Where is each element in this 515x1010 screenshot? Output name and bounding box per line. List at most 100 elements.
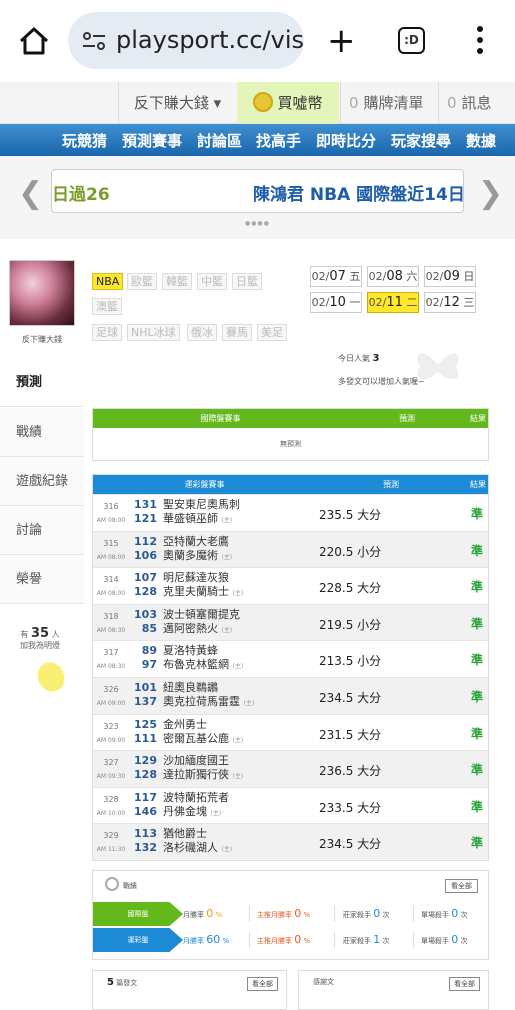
prediction: 213.5 小分 — [319, 654, 382, 669]
matchup[interactable]: 125 金州勇士 111 密爾瓦基公鹿 (主) — [133, 718, 243, 748]
new-tab-icon[interactable]: + — [327, 24, 356, 58]
matchup[interactable]: 112 亞特蘭大老鷹 106 奧蘭多魔術 (主) — [133, 535, 232, 565]
main-content: NBA 歐籃 韓籃 中籃 日籃 澳籃 足球 NHL冰球 俄冰 賽馬 美足 02/… — [84, 250, 515, 1010]
matchup[interactable]: 117 波特蘭拓荒者 146 丹佛金塊 (主) — [133, 791, 229, 821]
lightbulb-icon — [32, 657, 70, 697]
nav-item[interactable]: 玩家搜尋 — [391, 130, 451, 151]
avatar[interactable] — [9, 260, 75, 326]
user-menu[interactable]: 反下賺大錢 ▾ — [118, 82, 236, 124]
game-number: 317 AM 08:30 — [96, 648, 126, 671]
league-tag[interactable]: 中籃 — [197, 273, 227, 290]
matchup[interactable]: 89 夏洛特黃蜂 97 布魯克林籃網 (主) — [133, 644, 244, 674]
messages-link[interactable]: 0 訊息 — [438, 82, 515, 124]
profile-sidebar: 反下賺大錢 預測 戰績 遊戲紀錄 討論 榮譽 有 35 人加我為明燈 — [0, 250, 84, 1000]
tab-switcher-icon[interactable]: :D — [398, 27, 425, 54]
prediction: 219.5 小分 — [319, 617, 382, 632]
record-panel: 戰績 看全部 國際盤 月勝率 0 % 主推月勝率 0 % 莊家殺手 0 次 單場… — [92, 870, 489, 960]
table-row: 317 AM 08:30 89 夏洛特黃蜂 97 布魯克林籃網 (主) 213.5 小分 準 — [93, 640, 488, 677]
league-tag[interactable]: 歐籃 — [127, 273, 157, 290]
prediction: 234.5 大分 — [319, 690, 382, 705]
table-row: 328 AM 10:00 117 波特蘭拓荒者 146 丹佛金塊 (主) 233.5 大分 準 — [93, 786, 488, 824]
marquee-box[interactable]: 日過26 陳鴻君 NBA 國際盤近14日32過 — [51, 169, 464, 213]
nav-item[interactable]: 玩競猜 — [62, 130, 107, 151]
prediction: 231.5 大分 — [319, 727, 382, 742]
prediction: 234.5 大分 — [319, 837, 382, 852]
game-number: 316 AM 08:00 — [96, 502, 126, 524]
date-tab[interactable]: 02/10 一 — [310, 292, 362, 313]
thanks-panel: 感謝文 看全部 — [298, 970, 489, 1010]
date-tab[interactable]: 02/12 三 — [424, 292, 476, 313]
browser-toolbar: playsport.cc/visi + :D — [0, 0, 515, 82]
nav-item[interactable]: 預測賽事 — [122, 130, 182, 151]
league-tag[interactable]: 日籃 — [232, 273, 262, 290]
table-row: 316 AM 08:00 131 聖安東尼奧馬刺 121 華盛頓巫師 (主) 235.5 大… — [93, 494, 488, 531]
nav-item[interactable]: 討論區 — [197, 130, 242, 151]
chevron-left-icon[interactable]: ❮ — [18, 176, 43, 211]
table-row: 318 AM 08:30 103 波士頓塞爾提克 85 邁阿密熱火 (主) 219.5 小分… — [93, 603, 488, 641]
posts-panel: 5 篇發文 看全部 — [92, 970, 287, 1010]
league-tag[interactable]: 賽馬 — [222, 324, 252, 341]
date-tab-selected[interactable]: 02/11 二 — [367, 292, 419, 313]
butterfly-icon — [417, 353, 459, 380]
view-all-button[interactable]: 看全部 — [445, 879, 478, 893]
home-icon[interactable] — [18, 26, 50, 56]
matchup[interactable]: 107 明尼蘇達灰狼 128 克里夫蘭騎士 (主) — [133, 571, 243, 601]
carousel-dots: ●●●● — [245, 220, 270, 227]
cart-label: 購牌清單 — [363, 94, 424, 112]
site-settings-icon[interactable] — [82, 32, 106, 50]
follower-count: 有 35 人加我為明燈 — [20, 626, 60, 650]
result-badge: 準 — [471, 689, 484, 704]
view-all-button[interactable]: 看全部 — [247, 977, 278, 991]
date-tab[interactable]: 02/07 五 — [310, 266, 362, 287]
main-nav: 玩競猜 預測賽事 討論區 找高手 即時比分 玩家搜尋 數據 — [0, 124, 515, 156]
buy-coins-button[interactable]: 買噓幣 — [237, 82, 339, 124]
record-row: 運彩盤 月勝率 60 % 主推月勝率 0 % 莊家殺手 1 次 單場殺手 0 次 — [93, 928, 490, 952]
sidebar-item-predict[interactable]: 預測 — [0, 358, 84, 407]
league-tag[interactable]: 足球 — [92, 324, 122, 341]
league-tag[interactable]: NBA — [92, 273, 124, 290]
matchup[interactable]: 131 聖安東尼奧馬刺 121 華盛頓巫師 (主) — [133, 498, 240, 528]
result-badge: 準 — [471, 726, 484, 741]
date-tab[interactable]: 02/09 日 — [424, 266, 476, 287]
nav-item[interactable]: 即時比分 — [316, 130, 376, 151]
league-tag[interactable]: 韓籃 — [162, 273, 192, 290]
table-row: 315 AM 08:00 112 亞特蘭大老鷹 106 奧蘭多魔術 (主) 220.5 小分… — [93, 530, 488, 568]
profile-username: 反下賺大錢 — [22, 335, 62, 344]
table-row: 314 AM 08:00 107 明尼蘇達灰狼 128 克里夫蘭騎士 (主) 228.5 大… — [93, 567, 488, 604]
sidebar-item-discuss[interactable]: 討論 — [0, 506, 84, 555]
url-text: playsport.cc/visi — [116, 26, 304, 54]
result-badge: 準 — [471, 580, 484, 595]
matchup[interactable]: 113 猶他爵士 132 洛杉磯湖人 (主) — [133, 827, 232, 857]
prediction: 236.5 大分 — [319, 764, 382, 779]
game-number: 323 AM 09:00 — [96, 721, 126, 744]
result-badge: 準 — [471, 507, 484, 521]
date-tab[interactable]: 02/08 六 — [367, 266, 419, 287]
sidebar-item-game-log[interactable]: 遊戲紀錄 — [0, 457, 84, 506]
result-badge: 準 — [471, 653, 484, 668]
result-badge: 準 — [471, 543, 484, 558]
cart-link[interactable]: 0 購牌清單 — [340, 82, 437, 124]
view-all-button[interactable]: 看全部 — [449, 977, 480, 991]
table-row: 327 AM 09:30 129 沙加緬度國王 128 達拉斯獨行俠 (主) 236.5 大… — [93, 750, 488, 787]
chevron-right-icon[interactable]: ❯ — [478, 176, 503, 211]
league-tag[interactable]: 澳籃 — [92, 298, 122, 315]
nav-item[interactable]: 數據 — [466, 130, 496, 151]
prediction: 235.5 大分 — [319, 508, 382, 522]
league-tag[interactable]: 俄冰 — [187, 324, 217, 341]
nav-item[interactable]: 找高手 — [256, 130, 301, 151]
more-menu-icon[interactable] — [476, 26, 484, 56]
league-tag[interactable]: NHL冰球 — [127, 324, 180, 341]
league-tag[interactable]: 美足 — [257, 324, 287, 341]
matchup[interactable]: 101 紐奧良鵜鶘 137 奧克拉荷馬雷霆 (主) — [133, 681, 254, 711]
cart-count: 0 — [349, 94, 359, 112]
matchup[interactable]: 129 沙加緬度國王 128 達拉斯獨行俠 (主) — [133, 754, 243, 784]
target-icon — [105, 877, 119, 891]
coin-icon — [253, 91, 274, 112]
marquee-text-right: 陳鴻君 NBA 國際盤近14日32過 — [253, 185, 464, 205]
matchup[interactable]: 103 波士頓塞爾提克 85 邁阿密熱火 (主) — [133, 608, 240, 638]
table-row: 329 AM 11:30 113 猶他爵士 132 洛杉磯湖人 (主) 234.5 大分 準 — [93, 823, 488, 860]
sidebar-item-record[interactable]: 戰績 — [0, 408, 84, 457]
address-bar[interactable]: playsport.cc/visi — [68, 12, 304, 69]
record-row: 國際盤 月勝率 0 % 主推月勝率 0 % 莊家殺手 0 次 單場殺手 0 次 — [93, 902, 490, 926]
sidebar-item-honor[interactable]: 榮譽 — [0, 555, 84, 604]
